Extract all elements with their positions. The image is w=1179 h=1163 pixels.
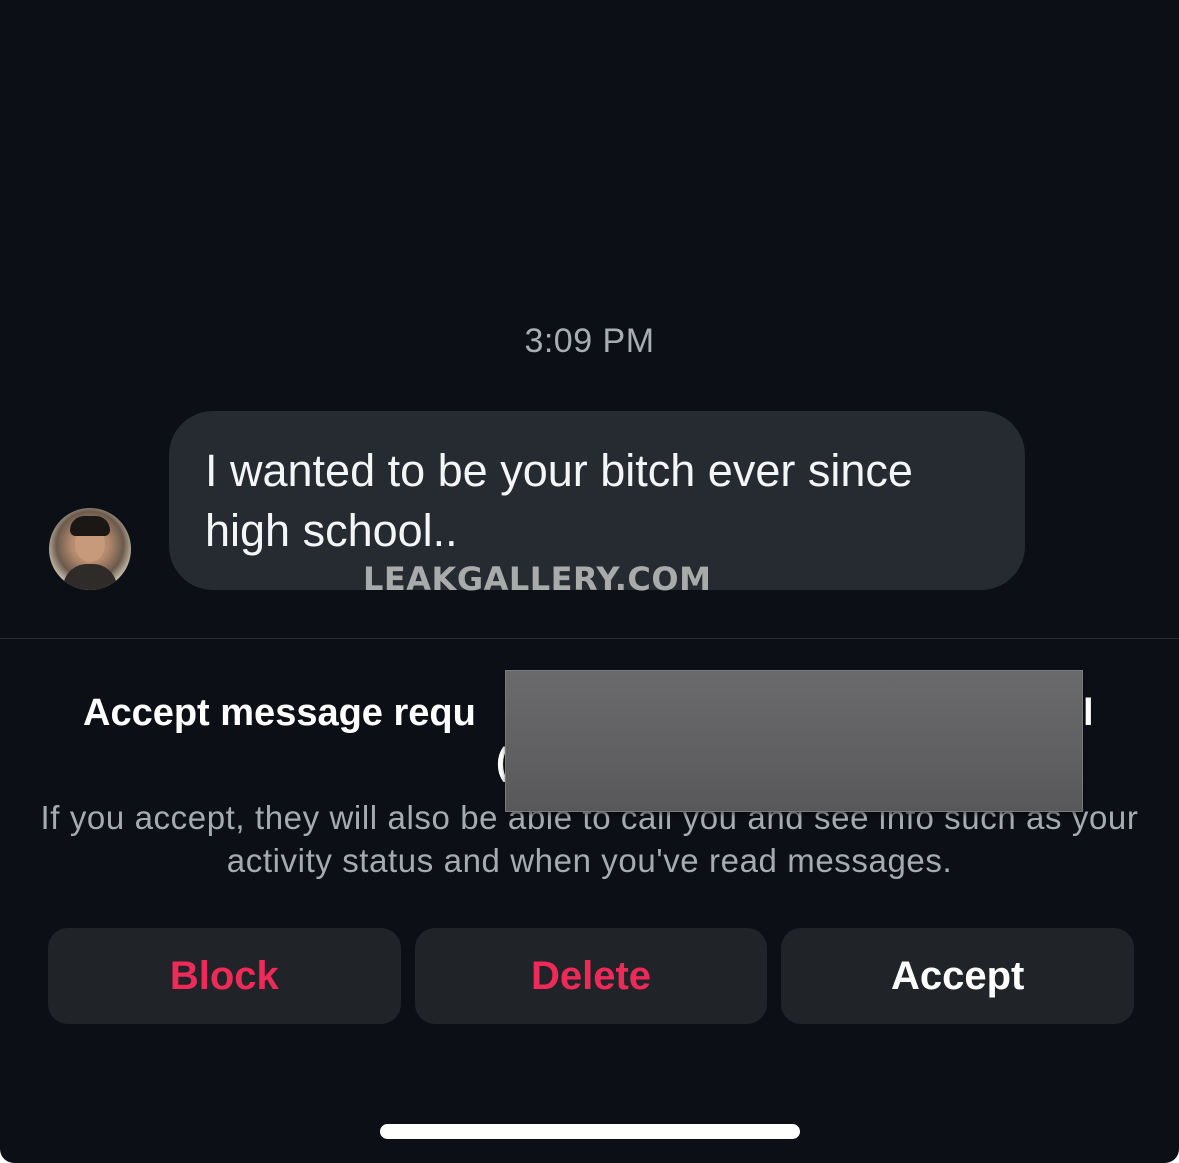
delete-button[interactable]: Delete: [414, 928, 768, 1024]
home-indicator[interactable]: [380, 1124, 800, 1139]
message-text: I wanted to be your bitch ever since hig…: [205, 445, 913, 556]
redaction-box: [505, 670, 1083, 812]
request-title-text: Accept message requ: [83, 692, 476, 734]
action-buttons: Block Delete Accept: [48, 928, 1135, 1024]
message-request-screen: 3:09 PM I wanted to be your bitch ever s…: [0, 0, 1179, 1163]
divider: [0, 638, 1179, 639]
accept-button[interactable]: Accept: [781, 928, 1135, 1024]
avatar-hair: [70, 516, 110, 536]
avatar-body: [63, 564, 117, 590]
block-button[interactable]: Block: [48, 928, 401, 1024]
request-title-tail: l: [1083, 692, 1094, 734]
avatar[interactable]: [49, 508, 131, 590]
message-timestamp: 3:09 PM: [524, 322, 655, 360]
watermark: LEAKGALLERY.COM: [363, 560, 712, 598]
